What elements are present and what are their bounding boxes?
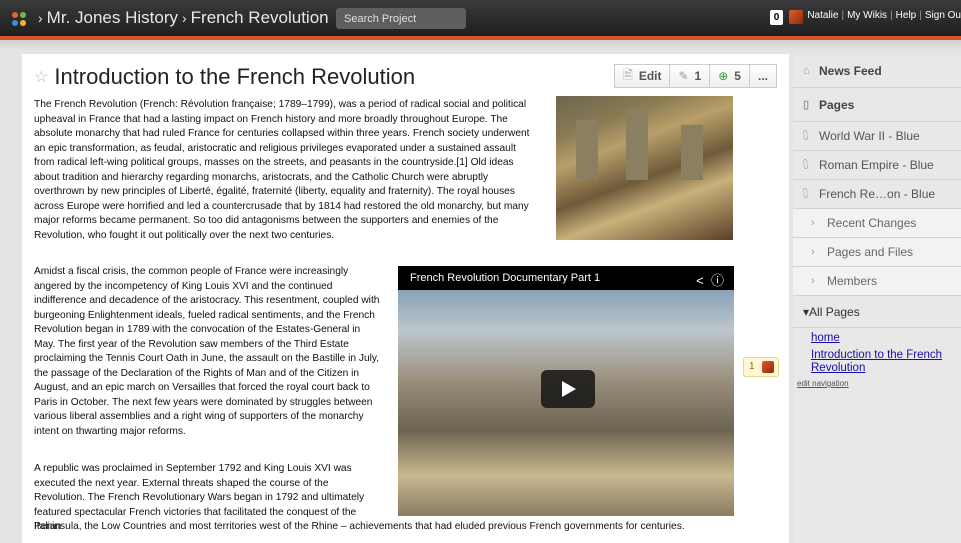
comment-count: 1: [749, 361, 755, 372]
comment-badge[interactable]: 1: [743, 357, 779, 377]
page-title-text: Introduction to the French Revolution: [54, 64, 416, 89]
sidebar-members[interactable]: › Members: [793, 267, 961, 296]
play-icon[interactable]: [541, 370, 595, 408]
paragraph-2: Amidst a fiscal crisis, the common peopl…: [34, 266, 380, 437]
sidebar-pages-and-files[interactable]: › Pages and Files: [793, 238, 961, 267]
top-bar: ›Mr. Jones History›French Revolution 0Na…: [0, 0, 961, 36]
chevron-right-icon: ›: [811, 246, 815, 258]
my-wikis-link[interactable]: My Wikis: [847, 10, 887, 21]
notification-count[interactable]: 0: [769, 10, 784, 25]
sidebar-recent-changes[interactable]: › Recent Changes: [793, 209, 961, 238]
page-link-home[interactable]: home: [811, 332, 949, 345]
page-title: ☆ Introduction to the French Revolution: [34, 64, 415, 90]
edit-button[interactable]: 🖹 Edit: [614, 64, 671, 88]
search-input[interactable]: [336, 8, 466, 29]
hierarchy-icon: ⩇: [803, 158, 808, 171]
page-link-intro[interactable]: Introduction to the French Revolution: [811, 349, 949, 375]
sidebar-pages[interactable]: ▯ Pages: [793, 88, 961, 122]
breadcrumb-separator: ›: [38, 10, 43, 26]
shadow-stripe: [0, 40, 961, 50]
page-actions: 🖹 Edit ✎ 1 ⊕ 5 ...: [614, 64, 777, 88]
sidebar-item-label: Recent Changes: [827, 216, 917, 230]
sidebar-recent-page[interactable]: ⩇ World War II - Blue: [793, 122, 961, 151]
chevron-right-icon: ›: [811, 217, 815, 229]
video-title[interactable]: French Revolution Documentary Part 1: [410, 272, 600, 284]
video-controls: < ⓘ: [696, 270, 724, 289]
paragraph-3-continued: Peninsula, the Low Countries and most te…: [34, 521, 685, 532]
breadcrumb-separator: ›: [181, 10, 187, 26]
history-icon: ⊕: [718, 69, 729, 83]
sidebar: ⌂ News Feed ▯ Pages ⩇ World War II - Blue ⩇…: [793, 54, 961, 543]
sidebar-recent-page[interactable]: ⩇ French Re…on - Blue: [793, 180, 961, 209]
sidebar-item-label: World War II - Blue: [819, 129, 920, 143]
more-button[interactable]: ...: [749, 64, 777, 88]
video-player[interactable]: French Revolution Documentary Part 1 < ⓘ: [398, 266, 734, 516]
breadcrumb-site[interactable]: Mr. Jones History: [47, 8, 178, 27]
history-button[interactable]: ⊕ 5: [710, 64, 750, 88]
hierarchy-icon: ⩇: [803, 187, 808, 200]
edit-page-icon: 🖹: [623, 67, 633, 82]
user-avatar[interactable]: [789, 10, 804, 24]
paragraph-1: The French Revolution (French: Révolutio…: [34, 99, 530, 241]
page-content: ☆ Introduction to the French Revolution 🖹…: [22, 54, 789, 543]
commenter-avatar: [762, 361, 774, 373]
breadcrumb-page[interactable]: French Revolution: [191, 8, 329, 27]
sidebar-item-label: Pages: [819, 97, 855, 112]
sidebar-item-label: Members: [827, 274, 878, 288]
all-pages-list: home Introduction to the French Revoluti…: [793, 328, 961, 375]
all-pages-toggle[interactable]: ▾ All Pages: [793, 296, 961, 328]
user-area: 0 Natalie | My Wikis | Help | Sign Ou: [769, 10, 961, 26]
sidebar-item-label: Pages and Files: [827, 245, 914, 259]
follow-count: 1: [694, 69, 702, 83]
user-name-link[interactable]: Natalie: [807, 10, 838, 21]
follow-button[interactable]: ✎ 1: [670, 64, 711, 88]
sidebar-recent-page[interactable]: ⩇ Roman Empire - Blue: [793, 151, 961, 180]
share-icon[interactable]: <: [696, 273, 704, 288]
help-link[interactable]: Help: [896, 10, 917, 21]
bastille-painting-image: [556, 96, 733, 240]
history-count: 5: [734, 69, 741, 83]
sidebar-item-label: All Pages: [809, 304, 860, 319]
wikispaces-logo-icon[interactable]: [10, 10, 28, 28]
sidebar-news-feed[interactable]: ⌂ News Feed: [793, 54, 961, 88]
sidebar-item-label: Roman Empire - Blue: [819, 158, 934, 172]
more-label: ...: [757, 69, 768, 83]
info-icon[interactable]: ⓘ: [711, 273, 724, 288]
star-icon[interactable]: ☆: [34, 69, 48, 86]
hierarchy-icon: ⩇: [803, 129, 808, 142]
sidebar-item-label: News Feed: [819, 63, 882, 78]
page-icon: ▯: [803, 99, 810, 111]
home-icon: ⌂: [803, 64, 810, 77]
edit-label: Edit: [638, 69, 662, 83]
sidebar-item-label: French Re…on - Blue: [819, 187, 936, 201]
sign-out-link[interactable]: Sign Ou: [925, 10, 961, 21]
chevron-right-icon: ›: [811, 275, 815, 287]
breadcrumb: › Mr. Jones History › French Revolution: [34, 8, 329, 28]
follow-icon: ✎: [678, 69, 689, 83]
edit-navigation-link[interactable]: edit navigation: [793, 379, 961, 388]
